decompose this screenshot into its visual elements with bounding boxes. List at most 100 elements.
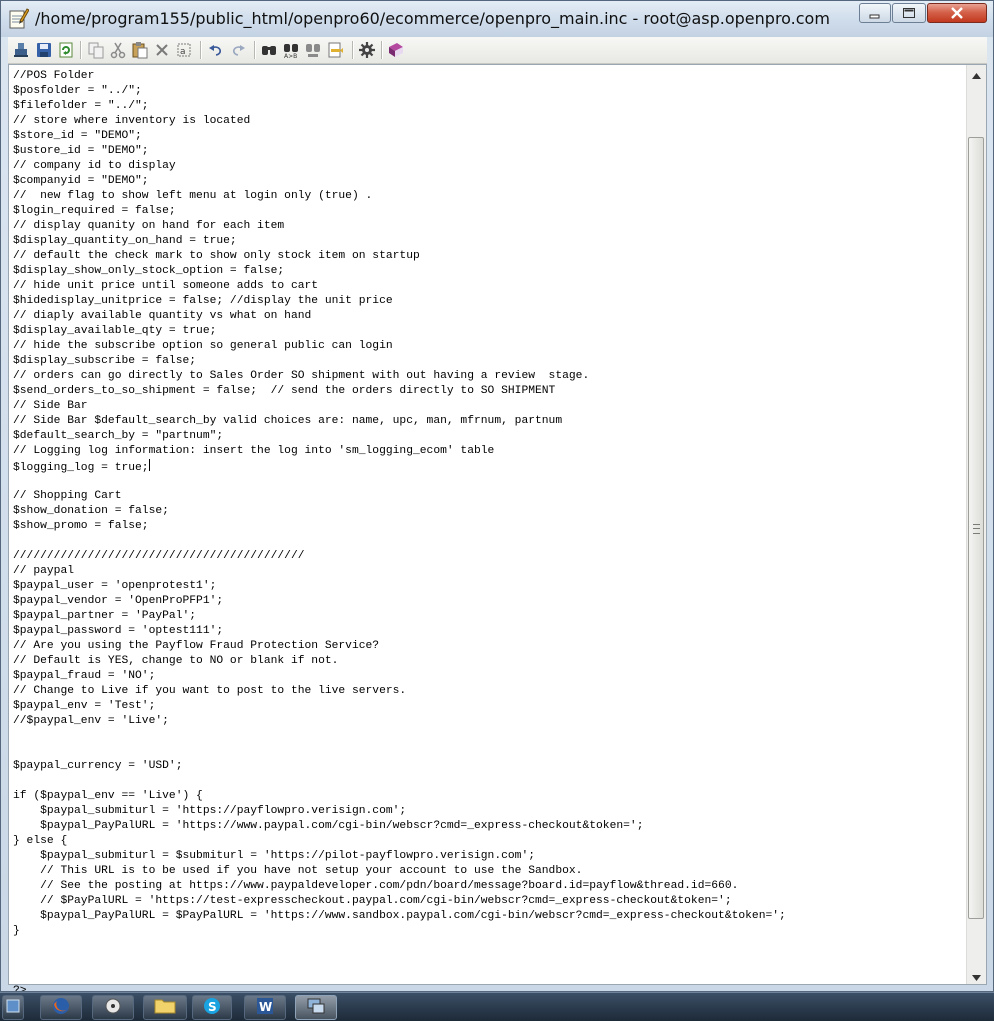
code-line[interactable]: $show_promo = false; xyxy=(13,519,786,534)
code-line[interactable]: // Side Bar xyxy=(13,399,786,414)
code-line[interactable]: // This URL is to be used if you have no… xyxy=(13,864,786,879)
code-line[interactable]: $paypal_submiturl = 'https://payflowpro.… xyxy=(13,804,786,819)
code-line[interactable]: // default the check mark to show only s… xyxy=(13,249,786,264)
code-line[interactable]: $display_subscribe = false; xyxy=(13,354,786,369)
code-line[interactable]: $paypal_fraud = 'NO'; xyxy=(13,669,786,684)
code-line[interactable]: // See the posting at https://www.paypal… xyxy=(13,879,786,894)
code-line[interactable]: // display quanity on hand for each item xyxy=(13,219,786,234)
code-line[interactable]: $display_available_qty = true; xyxy=(13,324,786,339)
code-line[interactable]: $ustore_id = "DEMO"; xyxy=(13,144,786,159)
code-line[interactable]: $display_show_only_stock_option = false; xyxy=(13,264,786,279)
replace-icon[interactable] xyxy=(303,40,323,60)
taskbar-item-remote-desktop[interactable] xyxy=(295,995,337,1020)
find-next-icon[interactable]: A>B xyxy=(281,40,301,60)
code-line[interactable]: // company id to display xyxy=(13,159,786,174)
scroll-up-arrow[interactable] xyxy=(967,65,986,82)
code-line[interactable]: $filefolder = "../"; xyxy=(13,99,786,114)
connect-icon[interactable] xyxy=(11,40,31,60)
code-line[interactable]: $login_required = false; xyxy=(13,204,786,219)
code-line[interactable]: $paypal_PayPalURL = 'https://www.paypal.… xyxy=(13,819,786,834)
code-line[interactable]: $posfolder = "../"; xyxy=(13,84,786,99)
code-line[interactable] xyxy=(13,774,786,789)
goto-line-icon[interactable] xyxy=(325,40,345,60)
code-line[interactable]: $send_orders_to_so_shipment = false; // … xyxy=(13,384,786,399)
code-line[interactable]: $paypal_vendor = 'OpenProPFP1'; xyxy=(13,594,786,609)
code-line[interactable] xyxy=(13,954,786,969)
code-line[interactable]: // orders can go directly to Sales Order… xyxy=(13,369,786,384)
maximize-button[interactable] xyxy=(892,3,926,23)
title-bar[interactable]: /home/program155/public_html/openpro60/e… xyxy=(1,1,993,37)
code-line[interactable]: $hidedisplay_unitprice = false; //displa… xyxy=(13,294,786,309)
code-line[interactable]: if ($paypal_env == 'Live') { xyxy=(13,789,786,804)
code-line[interactable]: $paypal_user = 'openprotest1'; xyxy=(13,579,786,594)
code-line[interactable]: $display_quantity_on_hand = true; xyxy=(13,234,786,249)
code-line[interactable]: $show_donation = false; xyxy=(13,504,786,519)
word-icon: W xyxy=(255,996,275,1020)
cut-icon[interactable] xyxy=(108,40,128,60)
help-book-icon[interactable] xyxy=(386,40,406,60)
redo-icon[interactable] xyxy=(228,40,248,60)
code-line[interactable]: $paypal_PayPalURL = $PayPalURL = 'https:… xyxy=(13,909,786,924)
media-center-icon xyxy=(103,996,123,1020)
code-line[interactable]: } else { xyxy=(13,834,786,849)
code-line[interactable]: $default_search_by = "partnum"; xyxy=(13,429,786,444)
taskbar-item-firefox[interactable] xyxy=(40,995,82,1020)
code-line[interactable]: // Side Bar $default_search_by valid cho… xyxy=(13,414,786,429)
save-icon[interactable] xyxy=(34,40,54,60)
code-line[interactable]: // Change to Live if you want to post to… xyxy=(13,684,786,699)
code-line[interactable]: // store where inventory is located xyxy=(13,114,786,129)
code-line[interactable] xyxy=(13,969,786,984)
notepad-icon xyxy=(7,7,30,29)
code-line[interactable] xyxy=(13,939,786,954)
code-line[interactable]: $companyid = "DEMO"; xyxy=(13,174,786,189)
code-line[interactable]: // hide unit price until someone adds to… xyxy=(13,279,786,294)
code-editor[interactable]: //POS Folder $posfolder = "../"; $filefold… xyxy=(8,64,987,991)
code-line[interactable]: ////////////////////////////////////////… xyxy=(13,549,786,564)
code-line[interactable]: } xyxy=(13,924,786,939)
taskbar-item-skype[interactable]: S xyxy=(192,995,232,1020)
code-line[interactable]: $paypal_partner = 'PayPal'; xyxy=(13,609,786,624)
code-line[interactable]: $logging_log = true; xyxy=(13,459,786,474)
taskbar-item-explorer[interactable] xyxy=(143,995,187,1020)
refresh-icon[interactable] xyxy=(56,40,76,60)
code-line[interactable]: $paypal_password = 'optest111'; xyxy=(13,624,786,639)
code-line[interactable]: // Default is YES, change to NO or blank… xyxy=(13,654,786,669)
code-line[interactable]: // paypal xyxy=(13,564,786,579)
scroll-down-arrow[interactable] xyxy=(967,967,986,984)
code-line[interactable]: $paypal_currency = 'USD'; xyxy=(13,759,786,774)
code-line[interactable]: // Logging log information: insert the l… xyxy=(13,444,786,459)
code-line[interactable]: // diaply available quantity vs what on … xyxy=(13,309,786,324)
code-line[interactable] xyxy=(13,534,786,549)
code-line[interactable]: $paypal_submiturl = $submiturl = 'https:… xyxy=(13,849,786,864)
code-line[interactable]: // Shopping Cart xyxy=(13,489,786,504)
code-line[interactable]: // hide the subscribe option so general … xyxy=(13,339,786,354)
svg-text:W: W xyxy=(259,1000,272,1014)
vertical-scrollbar[interactable] xyxy=(966,65,986,984)
settings-icon[interactable] xyxy=(357,40,377,60)
minimize-button[interactable] xyxy=(859,3,891,23)
code-line[interactable] xyxy=(13,744,786,759)
select-all-icon[interactable]: a xyxy=(174,40,194,60)
code-line[interactable]: //POS Folder xyxy=(13,69,786,84)
delete-icon[interactable] xyxy=(152,40,172,60)
code-line[interactable]: // new flag to show left menu at login o… xyxy=(13,189,786,204)
code-line[interactable]: $paypal_env = 'Test'; xyxy=(13,699,786,714)
code-line[interactable] xyxy=(13,729,786,744)
code-line[interactable]: ?> xyxy=(13,984,786,991)
editor-window: /home/program155/public_html/openpro60/e… xyxy=(0,0,994,992)
code-line[interactable]: //$paypal_env = 'Live'; xyxy=(13,714,786,729)
code-line[interactable]: // Are you using the Payflow Fraud Prote… xyxy=(13,639,786,654)
start-button[interactable] xyxy=(2,995,24,1020)
taskbar-item-word[interactable]: W xyxy=(244,995,286,1020)
paste-icon[interactable] xyxy=(130,40,150,60)
code-line[interactable]: // $PayPalURL = 'https://test-expressche… xyxy=(13,894,786,909)
close-button[interactable] xyxy=(927,3,987,23)
undo-icon[interactable] xyxy=(206,40,226,60)
code-line[interactable] xyxy=(13,474,786,489)
find-icon[interactable] xyxy=(259,40,279,60)
copy-icon[interactable] xyxy=(86,40,106,60)
code-line[interactable]: $store_id = "DEMO"; xyxy=(13,129,786,144)
code-text-area[interactable]: //POS Folder $posfolder = "../"; $filefold… xyxy=(13,69,786,991)
scroll-thumb[interactable] xyxy=(968,137,984,919)
taskbar-item-media-center[interactable] xyxy=(92,995,134,1020)
